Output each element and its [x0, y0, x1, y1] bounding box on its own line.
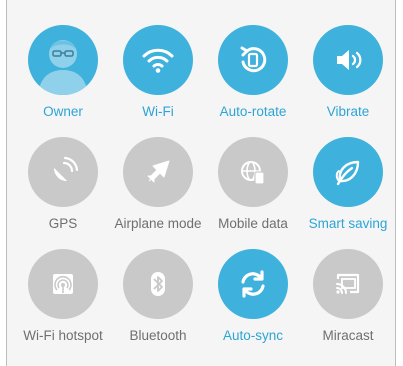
auto-rotate-label: Auto-rotate — [219, 104, 287, 119]
gps-satellite-icon — [54, 156, 79, 181]
mobile-data-tile[interactable]: Mobile data — [203, 124, 303, 236]
gps-tile[interactable]: GPS — [13, 124, 113, 236]
gps-label: GPS — [48, 216, 78, 231]
user-avatar-icon — [38, 40, 88, 95]
hotspot-icon — [53, 274, 73, 294]
wifi-hotspot-label: Wi-Fi hotspot — [23, 328, 103, 343]
auto-rotate-toggle[interactable] — [218, 25, 288, 95]
wifi-label: Wi-Fi — [142, 104, 174, 119]
sync-icon — [241, 270, 265, 298]
wifi-hotspot-toggle[interactable] — [28, 249, 98, 319]
wifi-icon — [142, 48, 174, 73]
vibrate-speaker-icon — [337, 50, 362, 70]
owner-tile[interactable]: Owner — [13, 12, 113, 124]
auto-sync-toggle[interactable] — [218, 249, 288, 319]
airplane-icon — [147, 160, 170, 183]
gps-toggle[interactable] — [28, 137, 98, 207]
owner-toggle[interactable] — [28, 25, 98, 95]
owner-label: Owner — [43, 104, 83, 119]
mobile-data-toggle[interactable] — [218, 137, 288, 207]
miracast-toggle[interactable] — [313, 249, 383, 319]
vibrate-label: Vibrate — [326, 104, 370, 119]
mobile-data-globe-icon — [241, 161, 265, 185]
vibrate-tile[interactable]: Vibrate — [298, 12, 398, 124]
bluetooth-label: Bluetooth — [129, 328, 187, 343]
airplane-mode-label: Airplane mode — [114, 216, 202, 231]
airplane-mode-tile[interactable]: Airplane mode — [108, 124, 208, 236]
miracast-tile[interactable]: Miracast — [298, 236, 398, 348]
smart-saving-toggle[interactable] — [313, 137, 383, 207]
vibrate-toggle[interactable] — [313, 25, 383, 95]
auto-sync-tile[interactable]: Auto-sync — [203, 236, 303, 348]
miracast-label: Miracast — [322, 328, 374, 343]
auto-sync-label: Auto-sync — [222, 328, 284, 343]
smart-saving-tile[interactable]: Smart saving — [298, 124, 398, 236]
bluetooth-icon — [151, 272, 165, 296]
auto-rotate-tile[interactable]: Auto-rotate — [203, 12, 303, 124]
leaf-icon — [335, 160, 360, 186]
wifi-tile[interactable]: Wi-Fi — [108, 12, 208, 124]
bluetooth-toggle[interactable] — [123, 249, 193, 319]
quick-settings-grid: Owner Wi-Fi Auto-rotate Vibrate GPS Airp… — [0, 0, 403, 366]
airplane-mode-toggle[interactable] — [123, 137, 193, 207]
smart-saving-label: Smart saving — [308, 216, 388, 231]
mobile-data-label: Mobile data — [218, 216, 288, 231]
cast-icon — [336, 273, 360, 294]
auto-rotate-icon — [240, 46, 267, 73]
wifi-hotspot-tile[interactable]: Wi-Fi hotspot — [13, 236, 113, 348]
bluetooth-tile[interactable]: Bluetooth — [108, 236, 208, 348]
wifi-toggle[interactable] — [123, 25, 193, 95]
